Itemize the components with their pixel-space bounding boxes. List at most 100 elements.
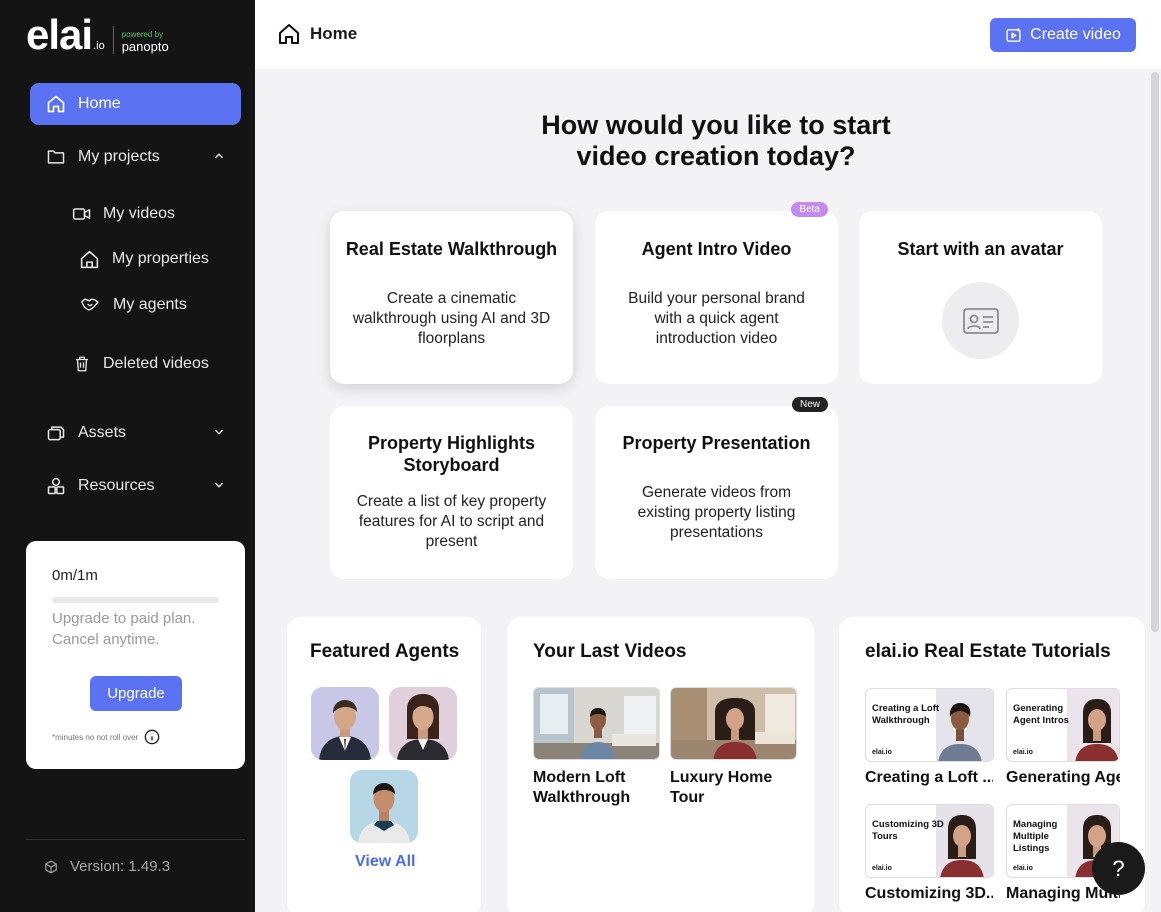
tutorials-title: elai.io Real Estate Tutorials	[865, 641, 1111, 662]
chevron-up-icon[interactable]	[212, 149, 226, 163]
option-property-highlights[interactable]: Property Highlights Storyboard Create a …	[330, 406, 573, 579]
folder-icon	[47, 150, 65, 164]
elai-logo[interactable]: elai .io powered by panopto	[26, 14, 169, 56]
avatar-placeholder	[942, 282, 1019, 359]
nav-my-projects[interactable]: My projects	[46, 142, 226, 172]
last-videos-panel: Your Last Videos Modern Loft Walkthrough	[507, 617, 814, 912]
tutorial-thumbnail[interactable]: Creating a Loft Walkthrough elai.io	[865, 688, 994, 762]
agent-avatar[interactable]	[311, 687, 379, 760]
page-title: Home	[277, 22, 357, 46]
nav-deleted-videos[interactable]: Deleted videos	[73, 349, 209, 379]
option-start-with-avatar[interactable]: Start with an avatar	[859, 211, 1102, 384]
minutes-note-text: *minutes no not roll over	[52, 732, 139, 742]
logo-io: .io	[93, 40, 105, 52]
agent-avatar[interactable]	[389, 687, 457, 760]
nav-my-agents[interactable]: My agents	[79, 290, 187, 320]
tutorial-thumb-logo: elai.io	[1013, 749, 1033, 756]
sidebar-divider	[26, 839, 245, 840]
handshake-icon	[81, 298, 99, 311]
option-title: Property Presentation	[622, 433, 811, 453]
agent-portrait	[311, 687, 379, 760]
nav-my-projects-label: My projects	[78, 148, 160, 165]
view-all-link[interactable]: View All	[355, 853, 415, 871]
tutorial-title[interactable]: Customizing 3D...	[865, 885, 993, 903]
tutorial-thumbnail[interactable]: Generating Agent Intros elai.io	[1006, 688, 1120, 762]
featured-agents-panel: Featured Agents View All	[287, 617, 481, 912]
partner-name: panopto	[121, 39, 169, 54]
nav-home-label: Home	[78, 95, 121, 112]
last-videos-title: Your Last Videos	[533, 641, 687, 662]
option-description: Build your personal brand with a quick a…	[628, 290, 805, 347]
plan-card: 0m/1m Upgrade to paid plan. Cancel anyti…	[26, 541, 245, 769]
agent-avatar[interactable]	[350, 770, 418, 843]
add-video-icon	[1006, 27, 1021, 42]
help-button[interactable]: ?	[1092, 842, 1145, 895]
nav-my-properties[interactable]: My properties	[79, 244, 209, 274]
id-card-icon	[962, 307, 999, 334]
video-thumbnail[interactable]	[670, 687, 797, 760]
option-description: Create a list of key property features f…	[356, 493, 547, 550]
logo-wordmark: elai	[26, 11, 93, 58]
video-title[interactable]: Modern Loft Walkthrough	[533, 768, 658, 808]
trash-icon	[76, 356, 88, 372]
tutorial-thumb-title: Managing Multiple Listings	[1013, 819, 1058, 854]
tutorial-thumb-logo: elai.io	[872, 865, 892, 872]
logo-divider	[112, 26, 114, 54]
option-property-presentation[interactable]: New Property Presentation Generate video…	[595, 397, 838, 579]
cube-icon	[45, 860, 57, 873]
featured-agents-title: Featured Agents	[310, 641, 460, 662]
option-description: Create a cinematic walkthrough using AI …	[352, 290, 551, 347]
nav-resources[interactable]: Resources	[46, 471, 226, 501]
page-title-label: Home	[310, 24, 358, 43]
option-title: Start with an avatar	[897, 239, 1064, 259]
option-description: Generate videos from existing property l…	[637, 484, 796, 541]
video-title[interactable]: Luxury Home Tour	[670, 768, 795, 808]
usage-progress-bar	[52, 597, 219, 603]
nav-assets-label: Assets	[78, 424, 127, 441]
nav-resources-label: Resources	[78, 477, 155, 494]
powered-by-text: powered by	[121, 30, 164, 39]
nav-assets[interactable]: Assets	[46, 418, 226, 448]
tutorial-thumbnail[interactable]: Customizing 3D Tours elai.io	[865, 804, 994, 878]
option-real-estate-walkthrough[interactable]: Real Estate Walkthrough Create a cinemat…	[330, 211, 573, 384]
assets-icon	[47, 426, 65, 441]
tutorial-thumb-logo: elai.io	[872, 749, 892, 756]
home-icon	[279, 24, 299, 44]
new-badge: New	[791, 397, 828, 412]
create-video-label: Create video	[1030, 26, 1121, 43]
chevron-down-icon[interactable]	[212, 478, 226, 492]
upgrade-button[interactable]: Upgrade	[90, 676, 182, 711]
powered-by: powered by panopto	[122, 30, 169, 54]
home-icon	[47, 95, 65, 113]
info-icon[interactable]	[144, 729, 160, 745]
option-title: Agent Intro Video	[641, 239, 792, 259]
nav-my-videos[interactable]: My videos	[72, 199, 175, 229]
minutes-usage: 0m/1m	[52, 567, 98, 584]
tutorial-title[interactable]: Generating Age	[1006, 769, 1120, 787]
sidebar: elai .io powered by panopto Home My proj…	[0, 0, 255, 912]
resources-icon	[47, 477, 65, 495]
agent-portrait	[350, 770, 418, 843]
house-icon	[80, 250, 99, 268]
nav-my-properties-label: My properties	[112, 250, 209, 267]
tutorial-title[interactable]: Creating a Loft ...	[865, 769, 993, 787]
version-label: Version: 1.49.3	[70, 858, 171, 875]
video-thumbnail[interactable]	[533, 687, 660, 760]
option-title: Real Estate Walkthrough	[345, 239, 558, 259]
agent-portrait	[389, 687, 457, 760]
scrollbar[interactable]	[1151, 72, 1159, 632]
video-preview	[671, 688, 796, 759]
create-video-button[interactable]: Create video	[990, 18, 1136, 52]
option-agent-intro-video[interactable]: Beta Agent Intro Video Build your person…	[595, 202, 838, 384]
nav-home[interactable]: Home	[30, 83, 241, 125]
upgrade-message: Upgrade to paid plan. Cancel anytime.	[52, 610, 196, 648]
option-title: Property Highlights Storyboard	[367, 433, 535, 475]
video-camera-icon	[72, 208, 91, 220]
main-heading: How would you like to start video creati…	[541, 110, 891, 171]
tutorial-thumb-title: Creating a Loft Walkthrough	[872, 703, 940, 726]
tutorial-thumb-logo: elai.io	[1013, 865, 1033, 872]
top-header: Home Create video	[255, 0, 1161, 69]
chevron-down-icon[interactable]	[212, 425, 226, 439]
minutes-note: *minutes no not roll over	[52, 729, 160, 745]
video-preview	[534, 688, 659, 759]
